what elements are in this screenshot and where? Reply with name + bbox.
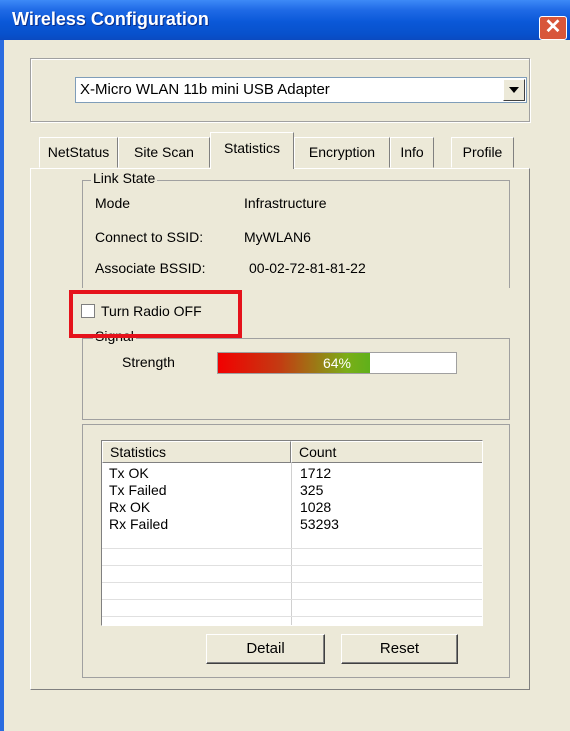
close-icon: ✕	[544, 16, 562, 38]
ssid-label: Connect to SSID:	[95, 229, 204, 245]
signal-strength-percent: 64%	[322, 355, 352, 371]
table-row-name: Tx Failed	[109, 482, 167, 498]
mode-value: Infrastructure	[244, 195, 327, 211]
row-divider	[102, 565, 482, 566]
bssid-value: 00-02-72-81-81-22	[249, 260, 366, 276]
detail-button[interactable]: Detail	[206, 634, 325, 664]
ssid-value: MyWLAN6	[244, 229, 311, 245]
table-row-count: 53293	[300, 516, 339, 532]
signal-strength-bar: 64%	[217, 352, 457, 374]
table-row-count: 1028	[300, 499, 332, 515]
mode-label: Mode	[95, 195, 131, 211]
row-divider	[102, 616, 482, 617]
tab-info[interactable]: Info	[390, 137, 434, 168]
column-header-statistics[interactable]: Statistics	[102, 441, 291, 463]
dropdown-button[interactable]	[503, 79, 525, 101]
table-row-name: Tx OK	[109, 465, 149, 481]
strength-label: Strength	[122, 354, 175, 370]
close-button[interactable]: ✕	[539, 16, 567, 40]
adapter-dropdown-value: X-Micro WLAN 11b mini USB Adapter	[80, 81, 330, 98]
table-row-name: Rx OK	[109, 499, 151, 515]
table-row-count: 325	[300, 482, 324, 498]
signal-group	[82, 338, 510, 420]
bssid-label: Associate BSSID:	[95, 260, 206, 276]
link-state-legend: Link State	[91, 170, 158, 186]
table-row-count: 1712	[300, 465, 332, 481]
statistics-list[interactable]: Statistics Count Tx OK 1712 Tx Failed 32…	[101, 440, 483, 626]
reset-button[interactable]: Reset	[341, 634, 458, 664]
tab-statistics[interactable]: Statistics	[210, 132, 294, 169]
chevron-down-icon	[509, 87, 519, 93]
row-divider	[102, 548, 482, 549]
table-row-name: Rx Failed	[109, 516, 169, 532]
window-title: Wireless Configuration	[12, 9, 209, 29]
row-divider	[102, 599, 482, 600]
tab-netstatus[interactable]: NetStatus	[39, 137, 118, 168]
row-divider	[102, 582, 482, 583]
tab-encryption[interactable]: Encryption	[294, 137, 390, 168]
window-left-edge	[0, 40, 4, 731]
tab-site-scan[interactable]: Site Scan	[118, 137, 210, 168]
column-header-count[interactable]: Count	[291, 441, 482, 463]
tab-profile[interactable]: Profile	[451, 137, 514, 168]
highlight-box	[69, 290, 242, 338]
adapter-dropdown[interactable]: X-Micro WLAN 11b mini USB Adapter	[75, 77, 527, 103]
column-divider	[291, 463, 292, 625]
